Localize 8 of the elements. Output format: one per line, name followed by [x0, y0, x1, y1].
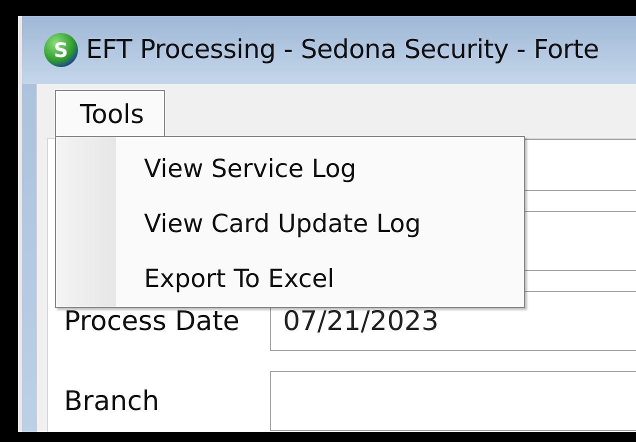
field-label: Process Date — [63, 306, 241, 336]
field-label: Branch — [63, 386, 160, 416]
menu-item[interactable]: View Card Update Log — [116, 196, 421, 251]
menu-item[interactable]: View Service Log — [116, 141, 421, 196]
menu-tab[interactable]: Tools — [55, 90, 166, 138]
input-field[interactable] — [270, 371, 636, 431]
window-title: EFT Processing - Sedona Security - Forte — [86, 35, 599, 65]
app-logo-icon: S — [44, 33, 78, 67]
